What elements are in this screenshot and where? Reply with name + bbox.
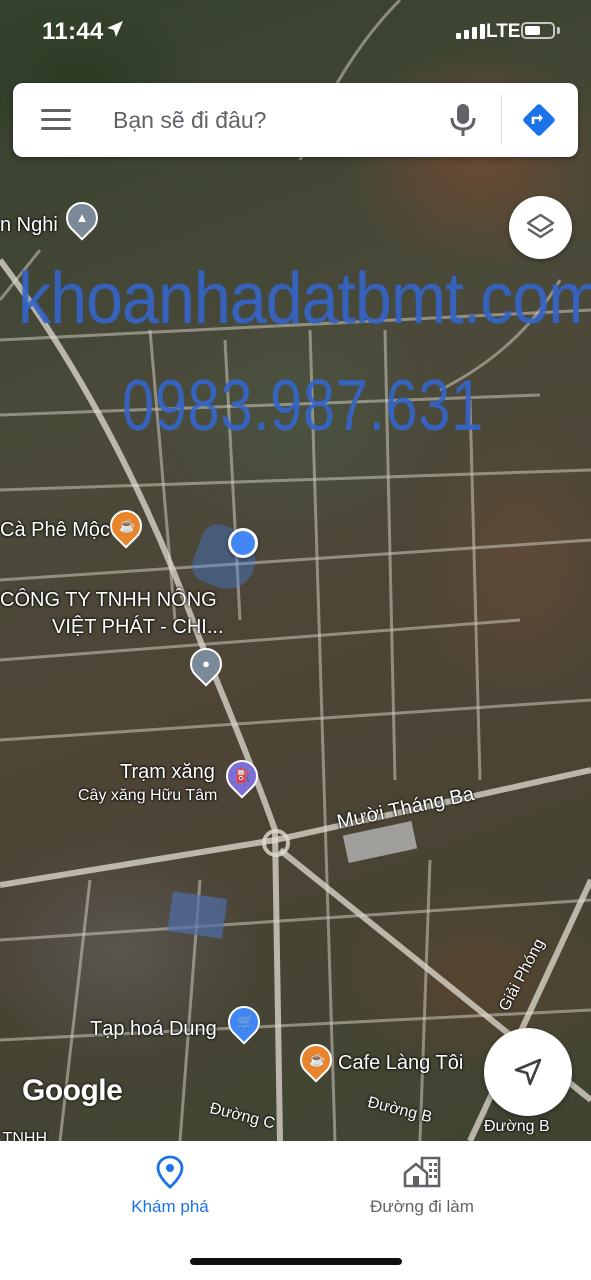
tab-commute-label: Đường đi làm <box>370 1197 474 1216</box>
explore-pin-icon <box>156 1155 184 1189</box>
search-bar[interactable] <box>13 83 578 157</box>
label-company-cut[interactable]: ty TNHH <box>0 1130 47 1141</box>
my-location-button[interactable] <box>484 1028 572 1116</box>
tab-explore-label: Khám phá <box>131 1197 209 1216</box>
home-indicator[interactable] <box>190 1258 402 1265</box>
battery-icon <box>521 22 555 39</box>
map-roads <box>0 0 591 1141</box>
watermark-phone: 0983.987.631 <box>122 366 484 446</box>
label-gas-station-name[interactable]: Cây xăng Hữu Tâm <box>78 787 217 805</box>
search-input[interactable] <box>113 101 433 139</box>
navigation-arrow-icon <box>514 1058 542 1086</box>
commute-icon <box>403 1156 441 1188</box>
layers-button[interactable] <box>509 196 572 259</box>
label-gas-station[interactable]: Trạm xăng <box>120 761 215 784</box>
tab-commute[interactable]: Đường đi làm <box>322 1155 522 1225</box>
status-time: 11:44 <box>42 18 104 45</box>
directions-icon[interactable] <box>521 102 557 138</box>
label-grocery[interactable]: Tạp hoá Dung <box>90 1018 217 1041</box>
current-location-dot <box>228 528 258 558</box>
tab-explore[interactable]: Khám phá <box>70 1155 270 1225</box>
status-bar: 11:44 LTE <box>0 0 591 62</box>
network-type: LTE <box>486 21 521 42</box>
layers-icon <box>526 213 555 239</box>
label-school[interactable]: n Nghi <box>0 214 58 237</box>
label-company-line2[interactable]: VIỆT PHÁT - CHI... <box>52 616 224 639</box>
signal-icon <box>456 24 485 39</box>
search-divider <box>501 95 502 145</box>
map-view[interactable]: khoanhadatbmt.com 0983.987.631 ▲ n Nghi … <box>0 0 591 1141</box>
battery-tip <box>557 27 560 34</box>
hamburger-menu-icon[interactable] <box>41 109 71 131</box>
google-attribution: Google <box>22 1074 123 1107</box>
location-arrow-icon <box>107 21 123 37</box>
label-company-line1[interactable]: CÔNG TY TNHH NÔNG <box>0 589 217 612</box>
watermark-site: khoanhadatbmt.com <box>18 259 591 339</box>
label-cafe-moc[interactable]: Cà Phê Mộc <box>0 519 110 542</box>
label-street-duong-b-2: Đường B <box>484 1118 550 1135</box>
microphone-icon[interactable] <box>449 103 477 137</box>
label-cafe-lang-toi[interactable]: Cafe Làng Tôi <box>338 1052 463 1075</box>
